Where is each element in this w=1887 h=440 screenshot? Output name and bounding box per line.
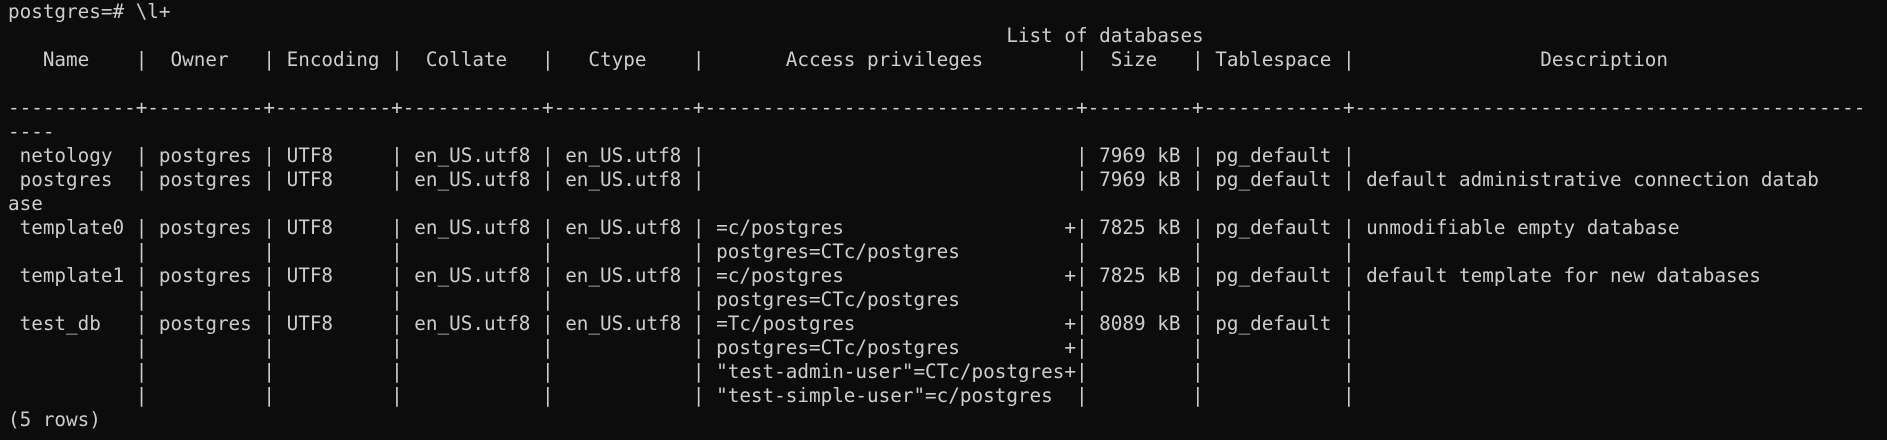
table-header-wrap-line xyxy=(8,72,1887,96)
table-row-test-db-cont-2: | | | | | "test-admin-user"=CTc/postgres… xyxy=(8,360,1355,383)
table-row-template0-cont: | | | | | postgres=CTc/postgres | | | xyxy=(8,240,1355,263)
prompt-command-line: postgres=# \l+ xyxy=(8,0,171,23)
table-row-postgres-wrap: ase xyxy=(8,192,43,215)
table-title: List of databases xyxy=(8,24,1204,47)
table-row-netology: netology | postgres | UTF8 | en_US.utf8 … xyxy=(8,144,1355,167)
table-separator-wrap: ---- xyxy=(8,120,55,143)
table-row-test-db-cont-3: | | | | | "test-simple-user"=c/postgres … xyxy=(8,384,1355,407)
terminal-window[interactable]: postgres=# \l+ List of databases Name | … xyxy=(0,0,1887,440)
table-row-test-db: test_db | postgres | UTF8 | en_US.utf8 |… xyxy=(8,312,1355,335)
table-row-template1: template1 | postgres | UTF8 | en_US.utf8… xyxy=(8,264,1761,287)
table-row-test-db-cont-1: | | | | | postgres=CTc/postgres +| | | xyxy=(8,336,1355,359)
table-header-row: Name | Owner | Encoding | Collate | Ctyp… xyxy=(8,48,1668,71)
table-row-template1-cont: | | | | | postgres=CTc/postgres | | | xyxy=(8,288,1355,311)
table-row-postgres: postgres | postgres | UTF8 | en_US.utf8 … xyxy=(8,168,1819,191)
table-separator: -----------+----------+----------+------… xyxy=(8,96,1866,119)
table-row-template0: template0 | postgres | UTF8 | en_US.utf8… xyxy=(8,216,1680,239)
row-count-footer: (5 rows) xyxy=(8,408,101,431)
